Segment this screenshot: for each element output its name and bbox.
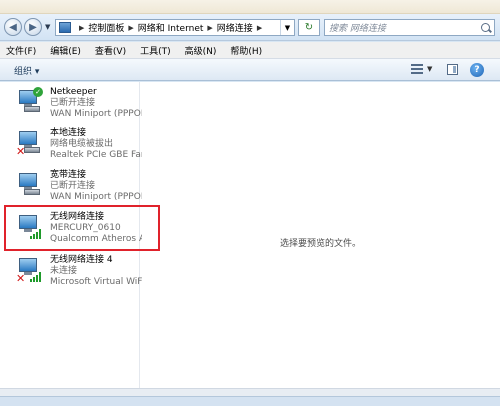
connection-name: 本地连接	[50, 128, 87, 138]
connection-name: 宽带连接	[50, 170, 87, 180]
annotation-highlight-box	[4, 205, 160, 251]
command-toolbar: 组织 ▾ ▼ ?	[0, 59, 500, 81]
address-dropdown-icon[interactable]: ▼	[280, 20, 294, 35]
back-arrow-icon: ◀	[9, 21, 17, 33]
disconnected-x-icon: ✕	[16, 272, 26, 285]
control-panel-icon	[59, 22, 71, 33]
view-dropdown-icon[interactable]: ▼	[427, 65, 432, 73]
forward-button[interactable]: ▶	[24, 18, 42, 36]
menu-edit[interactable]: 编辑(E)	[50, 44, 81, 57]
connection-item-wireless-4[interactable]: ✕ 无线网络连接 4 未连接 Microsoft Virtual WiFi	[14, 254, 142, 294]
menu-bar: 文件(F) 编辑(E) 查看(V) 工具(T) 高级(N) 帮助(H)	[0, 42, 500, 59]
content-area: ✓ Netkeeper 已断开连接 WAN Miniport (PPPOE) ✕…	[0, 82, 500, 396]
breadcrumb-network-internet[interactable]: 网络和 Internet	[138, 21, 204, 34]
breadcrumb-chevron-icon[interactable]: ▶	[128, 24, 133, 32]
breadcrumb-chevron-icon[interactable]: ▶	[207, 24, 212, 32]
connection-item-broadband[interactable]: 宽带连接 已断开连接 WAN Miniport (PPPOE)	[14, 169, 142, 209]
connection-device: Microsoft Virtual WiFi	[50, 277, 142, 287]
preview-pane-icon[interactable]	[447, 64, 458, 75]
network-adapter-icon: ✓	[16, 87, 43, 114]
menu-help[interactable]: 帮助(H)	[230, 44, 262, 57]
refresh-icon: ↻	[304, 22, 314, 33]
breadcrumb-chevron-icon[interactable]: ▶	[257, 24, 262, 32]
search-icon[interactable]	[481, 23, 490, 32]
search-input[interactable]: 搜索 网络连接	[324, 19, 495, 36]
connection-item-netkeeper[interactable]: ✓ Netkeeper 已断开连接 WAN Miniport (PPPOE)	[14, 86, 142, 126]
organize-button[interactable]: 组织 ▾	[14, 64, 39, 77]
view-options-icon[interactable]	[411, 64, 423, 75]
connection-device: Realtek PCIe GBE Family	[50, 150, 142, 160]
horizontal-scrollbar[interactable]	[0, 388, 500, 396]
navigation-bar: ◀ ▶ ▼ ▶ 控制面板 ▶ 网络和 Internet ▶ 网络连接 ▶ ▼ ↻…	[0, 14, 500, 41]
help-icon[interactable]: ?	[470, 63, 484, 77]
network-adapter-icon: ✕	[16, 131, 40, 158]
menu-view[interactable]: 查看(V)	[95, 44, 126, 57]
menu-tools[interactable]: 工具(T)	[140, 44, 171, 57]
disconnected-x-icon: ✕	[16, 145, 26, 158]
connection-status: 已断开连接	[50, 181, 96, 191]
menu-advanced[interactable]: 高级(N)	[185, 44, 217, 57]
refresh-button[interactable]: ↻	[298, 19, 320, 36]
connection-name: Netkeeper	[50, 87, 97, 97]
connection-status: 网络电缆被拔出	[50, 139, 114, 149]
recent-pages-dropdown[interactable]: ▼	[45, 23, 50, 31]
back-button[interactable]: ◀	[4, 18, 22, 36]
connection-device: WAN Miniport (PPPOE)	[50, 192, 142, 202]
breadcrumb-network-connections[interactable]: 网络连接	[217, 21, 253, 34]
window-top-strip	[0, 0, 500, 14]
menu-file[interactable]: 文件(F)	[6, 44, 36, 57]
network-adapter-icon	[16, 173, 40, 197]
connection-list: ✓ Netkeeper 已断开连接 WAN Miniport (PPPOE) ✕…	[0, 82, 160, 388]
connected-check-icon: ✓	[33, 87, 43, 97]
connection-device: WAN Miniport (PPPOE)	[50, 109, 142, 119]
status-bar	[0, 396, 500, 406]
forward-arrow-icon: ▶	[29, 21, 37, 33]
connection-status: 已断开连接	[50, 98, 96, 108]
address-bar[interactable]: ▶ 控制面板 ▶ 网络和 Internet ▶ 网络连接 ▶ ▼	[55, 19, 295, 36]
signal-strength-icon	[30, 272, 41, 282]
breadcrumb-chevron-icon[interactable]: ▶	[79, 24, 84, 32]
connection-name: 无线网络连接 4	[50, 255, 113, 265]
wireless-adapter-icon: ✕	[16, 258, 41, 285]
preview-empty-message: 选择要预览的文件。	[280, 239, 362, 249]
connection-status: 未连接	[50, 266, 78, 276]
breadcrumb-control-panel[interactable]: 控制面板	[88, 21, 124, 34]
search-placeholder: 搜索 网络连接	[329, 24, 386, 34]
connection-item-local[interactable]: ✕ 本地连接 网络电缆被拔出 Realtek PCIe GBE Family	[14, 127, 142, 167]
